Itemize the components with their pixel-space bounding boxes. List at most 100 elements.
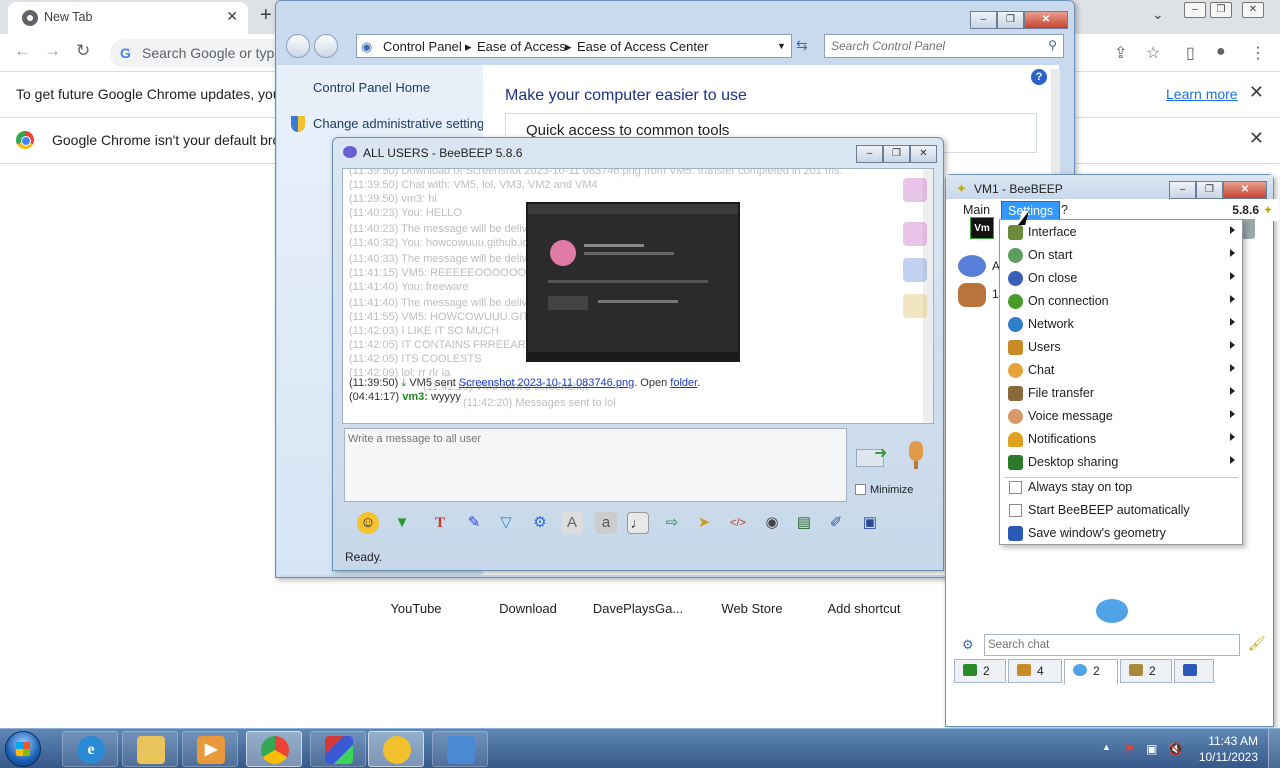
clock-date[interactable]: 10/11/2023	[1199, 750, 1258, 764]
chat-list-icon[interactable]	[958, 255, 986, 277]
shortcut-download[interactable]: Download	[473, 601, 583, 616]
send-icon[interactable]: ➜	[856, 443, 890, 473]
star-icon[interactable]: ☆	[1146, 43, 1160, 63]
side-panel-icon[interactable]: ▯	[1186, 43, 1195, 63]
collapse-icon[interactable]: ▼	[391, 512, 413, 534]
minimize-button[interactable]: –	[1169, 181, 1196, 199]
menu-item-on-start[interactable]: On start	[1001, 244, 1241, 267]
taskbar-file-explorer[interactable]	[122, 731, 178, 767]
reload-icon[interactable]: ↻	[76, 41, 90, 61]
taskbar-app-cubes[interactable]	[310, 731, 366, 767]
search-chat[interactable]	[984, 634, 1240, 656]
volume-muted-icon[interactable]: 🔇	[1168, 742, 1183, 756]
send-file-icon[interactable]: ⇨	[661, 512, 683, 534]
search-input[interactable]	[831, 36, 1041, 56]
menu-item-voice-message[interactable]: Voice message	[1001, 405, 1241, 428]
clear-icon[interactable]: 🖌	[1248, 635, 1266, 652]
back-icon[interactable]: ←	[14, 41, 31, 61]
menu-item-network[interactable]: Network	[1001, 313, 1241, 336]
close-button[interactable]: ✕	[910, 145, 937, 163]
omnibox[interactable]: G Search Google or type	[110, 39, 290, 67]
menu-item-interface[interactable]: Interface	[1001, 221, 1241, 244]
chrome-tab-new-tab[interactable]: New Tab ✕	[8, 2, 248, 34]
menu-item-always-on-top[interactable]: Always stay on top	[1001, 476, 1241, 499]
send-folder-icon[interactable]: ➤	[693, 512, 715, 534]
taskbar-chrome[interactable]	[246, 731, 302, 767]
chat-list-label[interactable]: 1	[992, 287, 999, 301]
taskbar-beebeep[interactable]	[368, 731, 424, 767]
chat-history[interactable]: (11:39:50) Download of Screenshot 2023-1…	[342, 168, 934, 424]
breadcrumb-control-panel[interactable]: Control Panel	[383, 39, 462, 54]
control-panel-home-link[interactable]: Control Panel Home	[313, 80, 430, 95]
minimize-checkbox[interactable]: Minimize	[855, 484, 913, 496]
menu-item-users[interactable]: Users	[1001, 336, 1241, 359]
maximize-button[interactable]: ❐	[883, 145, 910, 163]
chrome-close-button[interactable]: ✕	[1242, 2, 1264, 18]
shortcut-web-store[interactable]: Web Store	[697, 601, 807, 616]
minimize-button[interactable]: –	[856, 145, 883, 163]
show-desktop-button[interactable]	[1268, 729, 1280, 768]
chevron-down-icon[interactable]: ▼	[777, 41, 786, 51]
gear-icon[interactable]: ⚙	[962, 637, 974, 653]
refresh-icon[interactable]: ⇆	[796, 37, 808, 54]
screenshot-file-link[interactable]: Screenshot 2023-10-11 083746.png	[459, 377, 634, 389]
menu-item-on-close[interactable]: On close	[1001, 267, 1241, 290]
maximize-button[interactable]: ❐	[1196, 181, 1223, 199]
shortcut-daveplaysgames[interactable]: DavePlaysGa...	[583, 601, 693, 616]
font-color-icon[interactable]: ✎	[463, 512, 485, 534]
close-icon[interactable]: ✕	[226, 8, 238, 25]
message-input-area[interactable]	[344, 428, 847, 502]
tab-users[interactable]: 2	[954, 659, 1006, 683]
save-icon[interactable]: ▣	[859, 512, 881, 534]
edit-icon[interactable]: ✐	[825, 512, 847, 534]
folder-link[interactable]: folder	[670, 377, 697, 389]
menu-item-chat[interactable]: Chat	[1001, 359, 1241, 382]
font-icon[interactable]: T	[429, 512, 451, 534]
breadcrumb-ease-of-access[interactable]: Ease of Access	[477, 39, 566, 54]
search-input[interactable]	[988, 636, 1234, 654]
checkbox[interactable]	[1009, 481, 1022, 494]
network-icon[interactable]: ▣	[1146, 742, 1157, 756]
menu-icon[interactable]: ⋮	[1250, 43, 1266, 63]
emoticon-icon[interactable]: ☺	[357, 512, 379, 534]
menu-item-notifications[interactable]: Notifications	[1001, 428, 1241, 451]
menu-item-start-automatically[interactable]: Start BeeBEEP automatically	[1001, 499, 1241, 522]
message-input[interactable]	[345, 429, 846, 501]
shortcut-youtube[interactable]: YouTube	[361, 601, 471, 616]
taskbar-control-panel[interactable]	[432, 731, 488, 767]
user-avatar[interactable]: Vm	[970, 217, 994, 239]
tab-shares[interactable]	[1174, 659, 1214, 683]
screenshot-icon[interactable]: ▤	[793, 512, 815, 534]
share-icon[interactable]: ⇪	[1114, 43, 1127, 63]
flag-icon[interactable]: ⚑	[1124, 742, 1135, 756]
control-panel-titlebar[interactable]	[276, 1, 1074, 29]
menu-item-file-transfer[interactable]: File transfer	[1001, 382, 1241, 405]
tab-group-chats[interactable]: 2	[1120, 659, 1172, 683]
camera-icon[interactable]: ◉	[761, 512, 783, 534]
settings-icon[interactable]: ⚙	[529, 512, 551, 534]
control-panel-search[interactable]: ⚲	[824, 34, 1064, 58]
chrome-restore-button[interactable]: ❐	[1210, 2, 1232, 18]
close-icon[interactable]: ✕	[1249, 128, 1264, 149]
address-bar[interactable]: ◉ Control Panel ▸ Ease of Access ▸ Ease …	[356, 34, 792, 58]
chevron-down-icon[interactable]: ⌄	[1152, 6, 1164, 23]
menu-item-desktop-sharing[interactable]: Desktop sharing	[1001, 451, 1241, 474]
show-hidden-icons[interactable]: ▲	[1102, 742, 1111, 752]
close-icon[interactable]: ✕	[1249, 82, 1264, 103]
tab-chats[interactable]: 2	[1064, 659, 1118, 685]
chrome-minimize-button[interactable]: –	[1184, 2, 1206, 18]
help-icon[interactable]: ?	[1031, 69, 1047, 85]
forward-icon[interactable]: →	[44, 41, 61, 61]
taskbar-internet-explorer[interactable]: e	[62, 731, 118, 767]
maximize-button[interactable]: ❐	[997, 11, 1024, 29]
checkbox-box[interactable]	[855, 484, 866, 495]
text-format-icon[interactable]: a	[595, 512, 617, 534]
note-icon[interactable]: ♩	[627, 512, 649, 534]
menu-help[interactable]: ?	[1055, 201, 1074, 221]
menu-settings[interactable]: Settings	[1001, 201, 1061, 221]
taskbar-media-player[interactable]: ▶	[182, 731, 238, 767]
filter-icon[interactable]: ▽	[495, 512, 517, 534]
group-icon[interactable]	[958, 283, 986, 307]
html-icon[interactable]: </>	[727, 512, 749, 534]
add-shortcut-button[interactable]: Add shortcut	[809, 601, 919, 616]
